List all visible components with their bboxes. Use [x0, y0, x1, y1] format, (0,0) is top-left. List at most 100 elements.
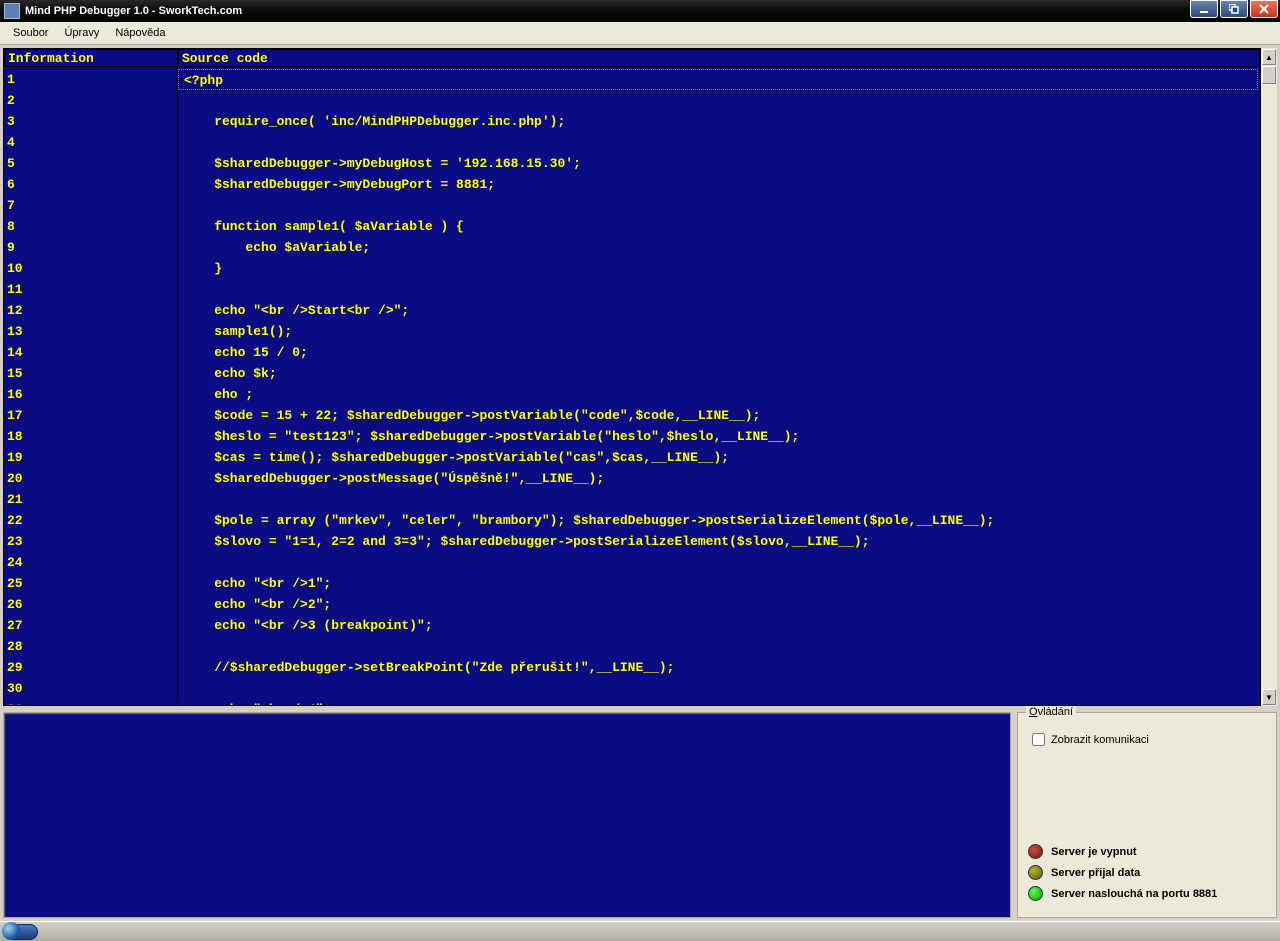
line-number: 27 [4, 615, 177, 636]
line-number: 18 [4, 426, 177, 447]
led-green-icon [1028, 886, 1043, 901]
taskbar-strip[interactable] [0, 921, 1280, 941]
status-off-label: Server je vypnut [1051, 846, 1137, 858]
line-number: 26 [4, 594, 177, 615]
menu-help[interactable]: Nápověda [107, 25, 173, 41]
code-line[interactable]: echo "<br />1"; [178, 573, 1260, 594]
code-line[interactable]: eho ; [178, 384, 1260, 405]
code-line[interactable]: echo "<br />4"; [178, 699, 1260, 705]
titlebar[interactable]: Mind PHP Debugger 1.0 - SworkTech.com [0, 0, 1280, 22]
code-line[interactable]: echo "<br />2"; [178, 594, 1260, 615]
line-number: 3 [4, 111, 177, 132]
code-line[interactable] [178, 552, 1260, 573]
show-communication-input[interactable] [1032, 733, 1045, 746]
line-number: 31 [4, 699, 177, 705]
status-server-received: Server přijal data [1028, 865, 1266, 880]
code-line[interactable]: require_once( 'inc/MindPHPDebugger.inc.p… [178, 111, 1260, 132]
line-number: 12 [4, 300, 177, 321]
code-line[interactable]: $sharedDebugger->myDebugPort = 8881; [178, 174, 1260, 195]
line-number: 15 [4, 363, 177, 384]
scroll-up-arrow-icon[interactable]: ▲ [1262, 49, 1276, 65]
code-line[interactable] [178, 636, 1260, 657]
line-number-gutter: 1234567891011121314151617181920212223242… [4, 67, 178, 705]
vertical-scrollbar[interactable]: ▲ ▼ [1261, 48, 1277, 706]
line-number: 23 [4, 531, 177, 552]
column-header-source[interactable]: Source code [178, 49, 1260, 67]
code-line[interactable]: echo "<br />Start<br />"; [178, 300, 1260, 321]
main-area: Information Source code 1234567891011121… [0, 45, 1280, 709]
code-line[interactable]: echo $k; [178, 363, 1260, 384]
scroll-thumb[interactable] [1262, 66, 1276, 84]
line-number: 16 [4, 384, 177, 405]
line-number: 2 [4, 90, 177, 111]
code-line[interactable]: $sharedDebugger->myDebugHost = '192.168.… [178, 153, 1260, 174]
code-line[interactable]: echo "<br />3 (breakpoint)"; [178, 615, 1260, 636]
control-groupbox: Ovládání Zobrazit komunikaci Server je v… [1017, 712, 1277, 918]
code-line[interactable]: $slovo = "1=1, 2=2 and 3=3"; $sharedDebu… [178, 531, 1260, 552]
scroll-track[interactable] [1262, 65, 1276, 689]
line-number: 22 [4, 510, 177, 531]
line-number: 24 [4, 552, 177, 573]
line-number: 6 [4, 174, 177, 195]
code-line[interactable] [178, 90, 1260, 111]
code-line[interactable]: $sharedDebugger->postMessage("Úspěšně!",… [178, 468, 1260, 489]
code-line[interactable] [178, 279, 1260, 300]
bottom-panel: Ovládání Zobrazit komunikaci Server je v… [0, 709, 1280, 921]
line-number: 8 [4, 216, 177, 237]
led-olive-icon [1028, 865, 1043, 880]
code-line[interactable] [178, 489, 1260, 510]
code-line[interactable]: echo $aVariable; [178, 237, 1260, 258]
show-communication-label: Zobrazit komunikaci [1051, 734, 1149, 746]
line-number: 7 [4, 195, 177, 216]
code-line[interactable]: $cas = time(); $sharedDebugger->postVari… [178, 447, 1260, 468]
code-line[interactable]: <?php [178, 69, 1258, 90]
column-header-information[interactable]: Information [4, 49, 178, 67]
status-list: Server je vypnut Server přijal data Serv… [1028, 838, 1266, 907]
menubar: Soubor Úpravy Nápověda [0, 22, 1280, 45]
scroll-down-arrow-icon[interactable]: ▼ [1262, 689, 1276, 705]
code-line[interactable] [178, 678, 1260, 699]
status-listening-label: Server naslouchá na portu 8881 [1051, 888, 1217, 900]
code-line[interactable]: $pole = array ("mrkev", "celer", "brambo… [178, 510, 1260, 531]
line-number: 5 [4, 153, 177, 174]
editor-headers: Information Source code [4, 49, 1260, 67]
code-line[interactable] [178, 132, 1260, 153]
line-number: 25 [4, 573, 177, 594]
line-number: 4 [4, 132, 177, 153]
code-line[interactable]: function sample1( $aVariable ) { [178, 216, 1260, 237]
line-number: 14 [4, 342, 177, 363]
editor: Information Source code 1234567891011121… [3, 48, 1261, 706]
editor-body: 1234567891011121314151617181920212223242… [4, 67, 1260, 705]
line-number: 17 [4, 405, 177, 426]
code-line[interactable] [178, 195, 1260, 216]
led-red-icon [1028, 844, 1043, 859]
start-orb-icon[interactable] [2, 922, 20, 940]
close-button[interactable] [1250, 0, 1278, 18]
output-console[interactable] [3, 712, 1011, 918]
code-line[interactable]: //$sharedDebugger->setBreakPoint("Zde př… [178, 657, 1260, 678]
line-number: 28 [4, 636, 177, 657]
line-number: 13 [4, 321, 177, 342]
line-number: 1 [4, 69, 177, 90]
status-received-label: Server přijal data [1051, 867, 1140, 879]
app-icon [4, 3, 20, 19]
menu-edit[interactable]: Úpravy [56, 25, 107, 41]
code-line[interactable]: $code = 15 + 22; $sharedDebugger->postVa… [178, 405, 1260, 426]
show-communication-checkbox[interactable]: Zobrazit komunikaci [1032, 733, 1268, 746]
minimize-button[interactable] [1190, 0, 1218, 18]
source-code-area[interactable]: <?php require_once( 'inc/MindPHPDebugger… [178, 67, 1260, 705]
control-legend: Ovládání [1026, 706, 1076, 718]
window-title: Mind PHP Debugger 1.0 - SworkTech.com [25, 5, 242, 17]
status-server-listening: Server naslouchá na portu 8881 [1028, 886, 1266, 901]
code-line[interactable]: $heslo = "test123"; $sharedDebugger->pos… [178, 426, 1260, 447]
line-number: 20 [4, 468, 177, 489]
code-line[interactable]: echo 15 / 0; [178, 342, 1260, 363]
code-line[interactable]: sample1(); [178, 321, 1260, 342]
line-number: 19 [4, 447, 177, 468]
line-number: 10 [4, 258, 177, 279]
line-number: 11 [4, 279, 177, 300]
menu-file[interactable]: Soubor [5, 25, 56, 41]
window-buttons [1188, 0, 1278, 18]
code-line[interactable]: } [178, 258, 1260, 279]
maximize-button[interactable] [1220, 0, 1248, 18]
